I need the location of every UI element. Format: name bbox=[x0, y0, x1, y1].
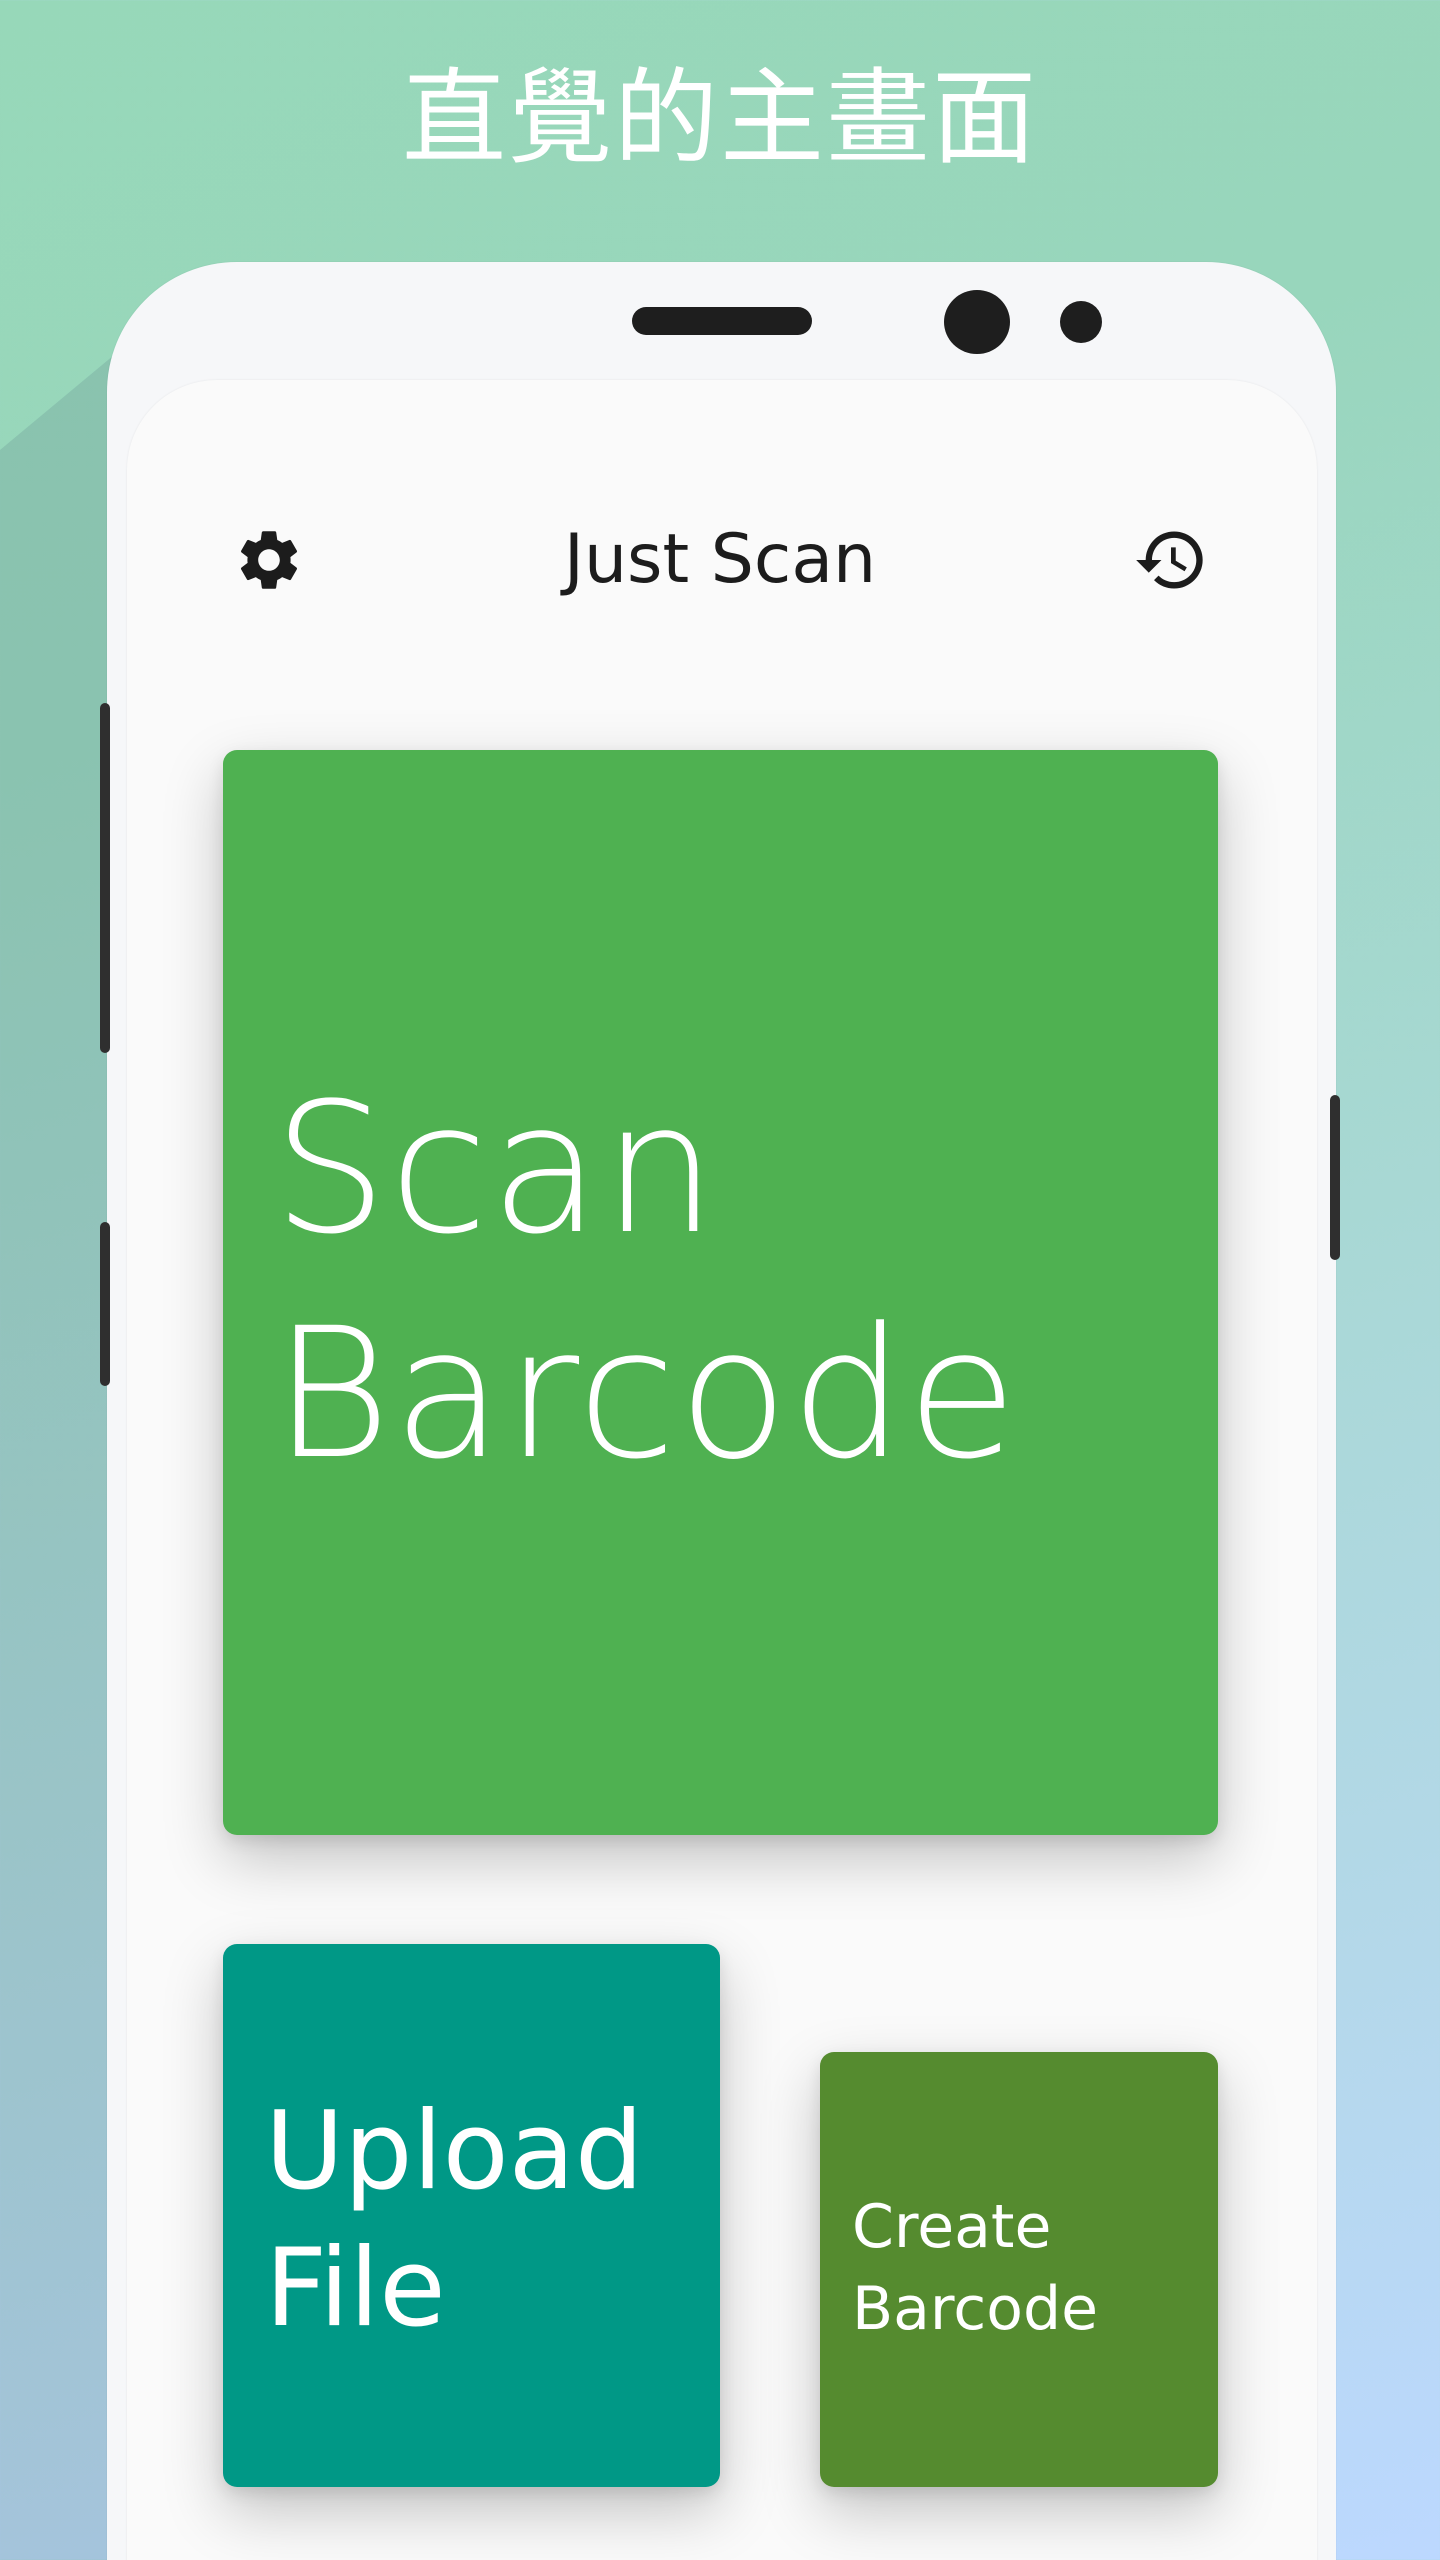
phone-power-button bbox=[1330, 1095, 1340, 1260]
phone-speaker bbox=[632, 307, 812, 335]
phone-front-camera bbox=[944, 290, 1010, 354]
phone-volume-up-button bbox=[100, 703, 110, 1053]
history-button[interactable] bbox=[1126, 515, 1216, 605]
create-barcode-button[interactable]: Create Barcode bbox=[820, 2052, 1218, 2487]
scan-barcode-button[interactable]: Scan Barcode bbox=[223, 750, 1218, 1835]
upload-file-label-line1: Upload bbox=[265, 2089, 644, 2214]
banner-headline: 直覺的主畫面 bbox=[401, 57, 1038, 179]
scan-barcode-label-line2: Barcode bbox=[273, 1290, 1020, 1499]
history-icon bbox=[1136, 531, 1203, 589]
phone-volume-down-button bbox=[100, 1222, 110, 1386]
upload-file-button[interactable]: Upload File bbox=[223, 1944, 720, 2487]
create-barcode-label-line1: Create bbox=[852, 2192, 1052, 2262]
app-title: Just Scan bbox=[563, 520, 877, 599]
upload-file-label-line2: File bbox=[265, 2226, 446, 2351]
phone-sensor bbox=[1060, 301, 1102, 343]
create-barcode-label-line2: Barcode bbox=[852, 2274, 1098, 2344]
scan-barcode-label-line1: Scan bbox=[273, 1065, 719, 1274]
